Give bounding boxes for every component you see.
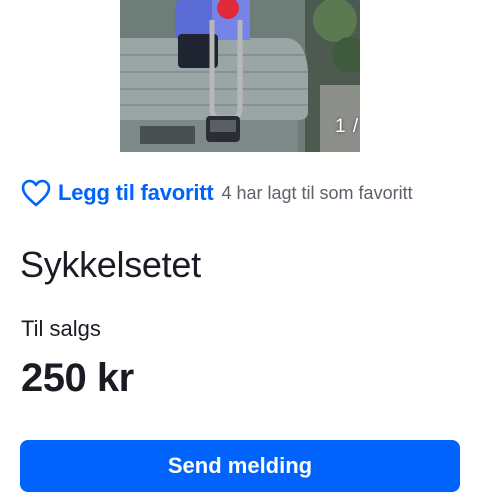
favorite-label: Legg til favoritt	[58, 180, 214, 205]
listing-photo[interactable]: 1 / 3	[120, 0, 360, 152]
listing-price: 250 kr	[21, 356, 134, 400]
image-counter: 1 / 3	[335, 116, 360, 137]
send-message-button[interactable]: Send melding	[20, 440, 460, 492]
add-to-favorites-button[interactable]: Legg til favoritt	[20, 178, 214, 208]
listing-status: Til salgs	[21, 316, 101, 341]
listing-photo-image	[120, 0, 360, 152]
favorite-count-text: 4 har lagt til som favoritt	[221, 182, 413, 203]
favorite-row: Legg til favoritt 4 har lagt til som fav…	[20, 176, 413, 210]
listing-title: Sykkelsetet	[20, 244, 201, 285]
heart-outline-icon	[20, 178, 52, 208]
